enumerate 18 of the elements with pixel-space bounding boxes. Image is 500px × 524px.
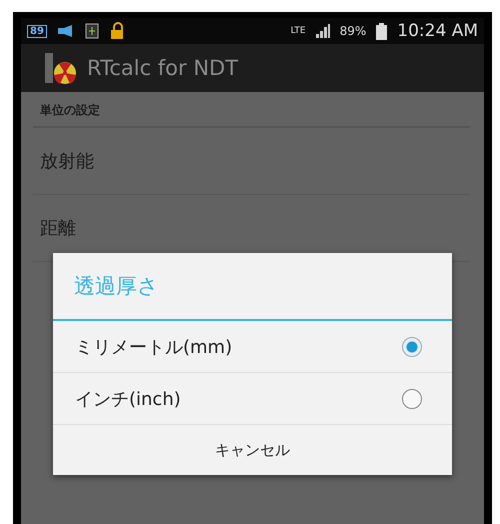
battery-icon — [376, 22, 388, 40]
option-row[interactable]: インチ(inch) — [53, 373, 452, 425]
battery-percent: 89% — [340, 24, 366, 38]
speaker-icon — [56, 25, 75, 37]
dialog-title: 透過厚さ — [74, 273, 159, 300]
tablet-icon — [84, 23, 99, 39]
cancel-button[interactable]: キャンセル — [53, 425, 452, 475]
clock: 10:24 AM — [397, 21, 478, 41]
network-label: LTE — [290, 26, 306, 36]
signal-icon — [316, 24, 330, 38]
option-label: インチ(inch) — [75, 388, 181, 410]
option-label: ミリメートル(mm) — [75, 336, 232, 358]
option-row[interactable]: ミリメートル(mm) — [53, 321, 452, 373]
status-badge: 89 — [27, 24, 47, 38]
radio-button[interactable] — [402, 336, 422, 356]
app-title: RTcalc for NDT — [87, 56, 238, 80]
radio-button[interactable] — [402, 388, 422, 408]
section-header: 単位の設定 — [33, 92, 470, 128]
